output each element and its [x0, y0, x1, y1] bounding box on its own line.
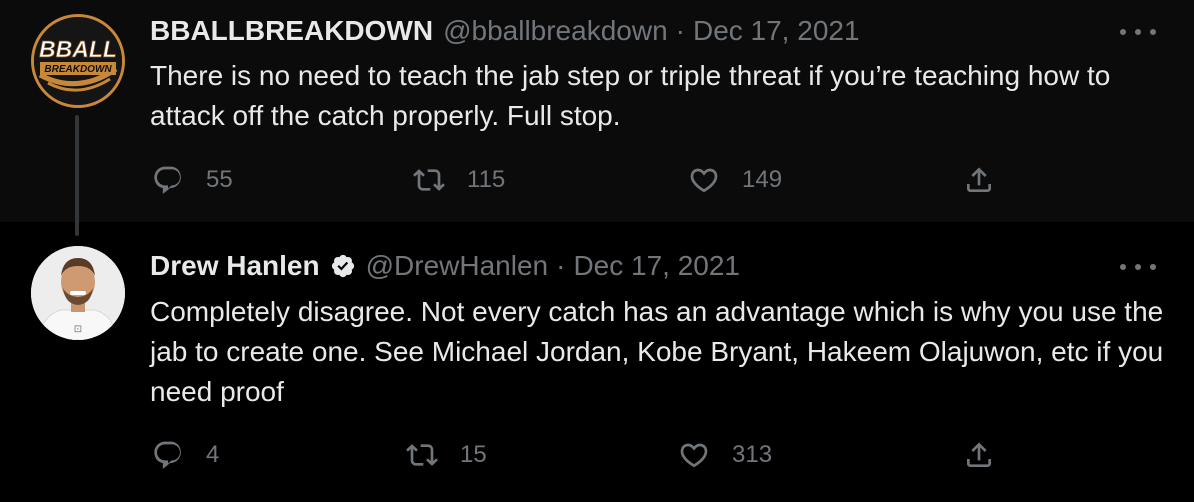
avatar[interactable]: BBALL BREAKDOWN — [31, 14, 125, 108]
like-button[interactable]: 149 — [688, 160, 782, 200]
reply-button[interactable]: 55 — [152, 160, 233, 200]
tweet-thread: BBALL BREAKDOWN BBALLBREAKDOWN @bballbre… — [0, 0, 1194, 502]
retweet-button[interactable]: 115 — [413, 160, 505, 200]
timestamp[interactable]: Dec 17, 2021 — [693, 15, 860, 47]
tweet-text: There is no need to teach the jab step o… — [150, 60, 1111, 131]
separator: · — [675, 15, 685, 46]
reply-count: 4 — [206, 441, 220, 468]
logo-text-bottom: BREAKDOWN — [44, 64, 112, 75]
reply-count: 55 — [206, 166, 233, 193]
logo-text-top: BBALL — [39, 36, 117, 62]
tweet-header: BBALLBREAKDOWN @bballbreakdown · Dec 17,… — [150, 14, 860, 48]
display-name[interactable]: BBALLBREAKDOWN — [150, 15, 433, 47]
bballbreakdown-logo: BBALL BREAKDOWN — [34, 17, 122, 105]
svg-text:⊡: ⊡ — [74, 324, 82, 335]
share-button[interactable] — [963, 435, 995, 475]
tweet[interactable]: ⊡ Drew Hanlen @DrewHanlen · Dec 17, 2021… — [0, 222, 1194, 502]
verified-badge-icon — [331, 254, 354, 278]
timestamp[interactable]: Dec 17, 2021 — [573, 250, 740, 282]
share-icon — [967, 167, 991, 192]
reply-button[interactable]: 4 — [152, 435, 219, 475]
reply-icon — [154, 166, 181, 194]
tweet-text: Completely disagree. Not every catch has… — [150, 296, 1164, 407]
profile-photo: ⊡ — [31, 246, 125, 340]
handle[interactable]: @DrewHanlen — [366, 250, 549, 282]
share-button[interactable] — [963, 160, 995, 200]
tweet[interactable]: BBALL BREAKDOWN BBALLBREAKDOWN @bballbre… — [0, 0, 1194, 222]
tweet-actions: 55 115 149 — [150, 160, 1010, 200]
retweet-button[interactable]: 15 — [406, 435, 487, 475]
retweet-icon — [406, 444, 438, 466]
handle[interactable]: @bballbreakdown — [443, 15, 668, 47]
thread-connector-line — [75, 115, 79, 236]
more-icon[interactable] — [1120, 20, 1156, 44]
share-icon — [967, 442, 991, 467]
tweet-header: Drew Hanlen @DrewHanlen · Dec 17, 2021 — [150, 249, 740, 283]
retweet-count: 115 — [467, 166, 506, 193]
more-icon[interactable] — [1120, 255, 1156, 279]
like-button[interactable]: 313 — [678, 435, 772, 475]
like-count: 313 — [732, 441, 773, 468]
separator: · — [556, 250, 566, 281]
heart-icon — [690, 168, 718, 193]
like-count: 149 — [742, 166, 783, 193]
tweet-actions: 4 15 313 — [150, 435, 1010, 475]
retweet-icon — [413, 169, 445, 191]
display-name[interactable]: Drew Hanlen — [150, 250, 320, 282]
avatar[interactable]: ⊡ — [31, 246, 125, 340]
heart-icon — [680, 443, 708, 468]
retweet-count: 15 — [460, 441, 487, 468]
reply-icon — [154, 441, 181, 469]
